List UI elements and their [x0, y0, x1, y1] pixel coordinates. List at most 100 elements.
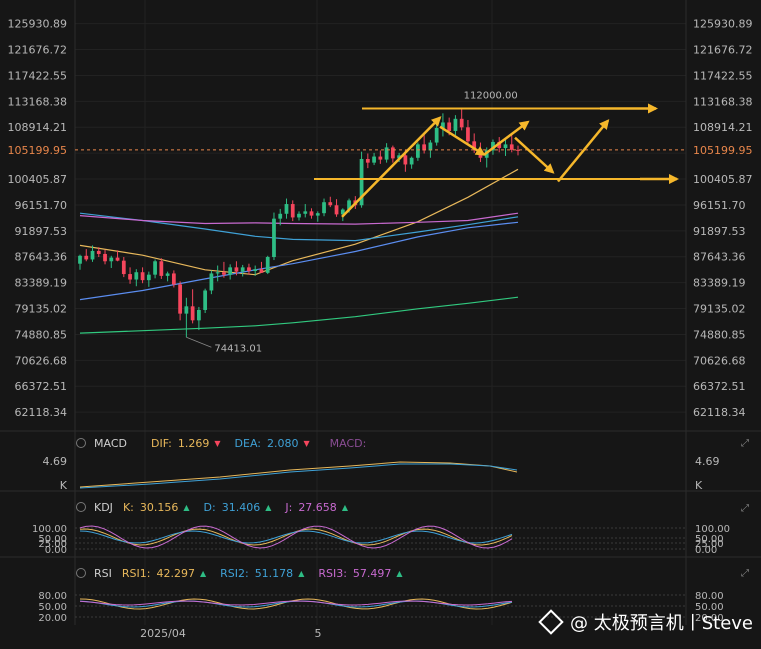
low-marker-line	[186, 336, 212, 348]
up-arrow-icon: ▲	[183, 502, 190, 512]
kdj-tick-label-right: 0.00	[695, 545, 717, 556]
candle-body	[315, 213, 320, 216]
candle-body	[153, 261, 157, 275]
up-arrow-icon: ▲	[341, 502, 348, 512]
candle-body	[234, 267, 239, 272]
candle-body	[509, 144, 514, 150]
candle-body	[197, 309, 201, 321]
watermark: @ 太极预言机丨Steve	[538, 609, 753, 635]
price-tick-label-left: 113168.38	[8, 95, 68, 108]
rsi-tick-label-left: 50.00	[38, 602, 67, 613]
candle-body	[278, 213, 283, 219]
price-tick-label-left: 87643.36	[15, 251, 68, 264]
expand-icon[interactable]: ⤢	[741, 568, 751, 579]
down-arrow-icon: ▼	[214, 438, 221, 448]
price-tick-label-left: 125930.89	[8, 18, 68, 31]
rsi-title: RSI	[94, 566, 112, 580]
time-label: 5	[315, 627, 322, 640]
kdj-d-label: D:	[203, 500, 216, 514]
price-tick-label-right: 117422.55	[693, 69, 753, 82]
candle-body	[403, 155, 408, 165]
chart-canvas: 125930.89 125930.89 121676.72 121676.72 1174…	[0, 0, 761, 640]
candle-body	[503, 144, 508, 149]
price-tick-label-right: 79135.02	[693, 303, 746, 316]
price-tick-label-left: 66372.51	[15, 380, 68, 393]
candle-body	[284, 204, 289, 214]
annotation-arrow	[557, 119, 610, 183]
candle-body	[259, 269, 264, 273]
candle-body	[96, 250, 101, 254]
price-tick-label-right: 62118.34	[693, 406, 746, 419]
candle-body	[290, 204, 295, 218]
candle-body	[416, 144, 420, 158]
candle-body	[140, 272, 145, 281]
annotation-arrow	[514, 136, 555, 174]
current-price-label-right: 105199.95	[693, 144, 753, 157]
candle-body	[171, 273, 176, 285]
settings-icon[interactable]	[76, 502, 86, 512]
rsi-rsi1-value: 42.297	[156, 566, 195, 580]
candle-body	[322, 202, 326, 214]
macd-dif-value: 1.269	[177, 436, 210, 450]
kdj-j-value: 27.658	[298, 500, 337, 514]
high-price-label: 112000.00	[464, 90, 518, 101]
kdj-header: KDJ K: 30.156 ▲ D: 31.406 ▲ J: 27.658 ▲	[76, 498, 348, 516]
candle-body	[253, 269, 258, 272]
candle-body	[165, 273, 170, 276]
rsi-tick-label-left: 80.00	[38, 591, 67, 602]
candle-body	[447, 122, 452, 131]
candle-body	[453, 118, 458, 131]
rsi-rsi2-value: 51.178	[254, 566, 294, 580]
price-tick-label-left: 70626.68	[15, 354, 68, 367]
price-tick-label-right: 70626.68	[693, 354, 746, 367]
candle-body	[146, 274, 151, 281]
candle-body	[428, 142, 433, 151]
candle-body	[365, 158, 370, 163]
price-tick-label-left: 62118.34	[15, 406, 68, 419]
candle-body	[103, 253, 107, 262]
macd-macd-label: MACD:	[329, 436, 367, 450]
candle-body	[178, 284, 182, 314]
kdj-j-label: J:	[285, 500, 293, 514]
up-arrow-icon: ▲	[199, 568, 207, 578]
rsi-rsi3-label: RSI3:	[318, 566, 347, 580]
expand-icon[interactable]: ⤢	[741, 438, 751, 449]
macd-unit-label-left: K	[60, 479, 68, 492]
candle-body	[384, 147, 389, 160]
candle-body	[159, 261, 164, 276]
rsi-rsi3-value: 57.497	[352, 566, 392, 580]
macd-dea-line	[79, 463, 518, 489]
candle-body	[272, 218, 276, 258]
price-tick-label-left: 83389.19	[15, 277, 68, 290]
kdj-d-value: 31.406	[221, 500, 261, 514]
candle-body	[134, 272, 139, 280]
candle-body	[228, 267, 233, 275]
rsi-header: RSI RSI1: 42.297 ▲ RSI2: 51.178 ▲ RSI3: …	[76, 564, 403, 582]
price-tick-label-right: 91897.53	[693, 225, 746, 238]
candle-body	[334, 205, 339, 215]
price-tick-label-right: 83389.19	[693, 277, 746, 290]
price-tick-label-right: 87643.36	[693, 251, 746, 264]
macd-title: MACD	[94, 436, 127, 450]
candle-body	[297, 213, 301, 218]
settings-icon[interactable]	[76, 568, 86, 578]
macd-header: MACD DIF: 1.269 ▼ DEA: 2.080 ▼ MACD:	[76, 434, 366, 452]
price-tick-label-left: 100405.87	[8, 173, 68, 186]
candle-body	[434, 127, 439, 143]
expand-icon[interactable]: ⤢	[741, 503, 751, 514]
rsi-rsi2-label: RSI2:	[220, 566, 249, 580]
price-tick-label-right: 125930.89	[693, 18, 753, 31]
up-arrow-icon: ▲	[298, 568, 305, 578]
candle-body	[203, 290, 208, 310]
up-arrow-icon: ▲	[265, 502, 272, 512]
moving-average-line	[79, 168, 519, 276]
current-price-label-left: 105199.95	[8, 144, 68, 157]
logo-icon	[538, 609, 564, 635]
candle-body	[372, 156, 376, 163]
low-price-label: 74413.01	[214, 343, 262, 354]
candle-body	[309, 211, 314, 216]
candle-body	[90, 250, 95, 260]
candle-body	[466, 127, 470, 142]
macd-scale-label-left: 4.69	[43, 455, 68, 468]
settings-icon[interactable]	[76, 438, 86, 448]
